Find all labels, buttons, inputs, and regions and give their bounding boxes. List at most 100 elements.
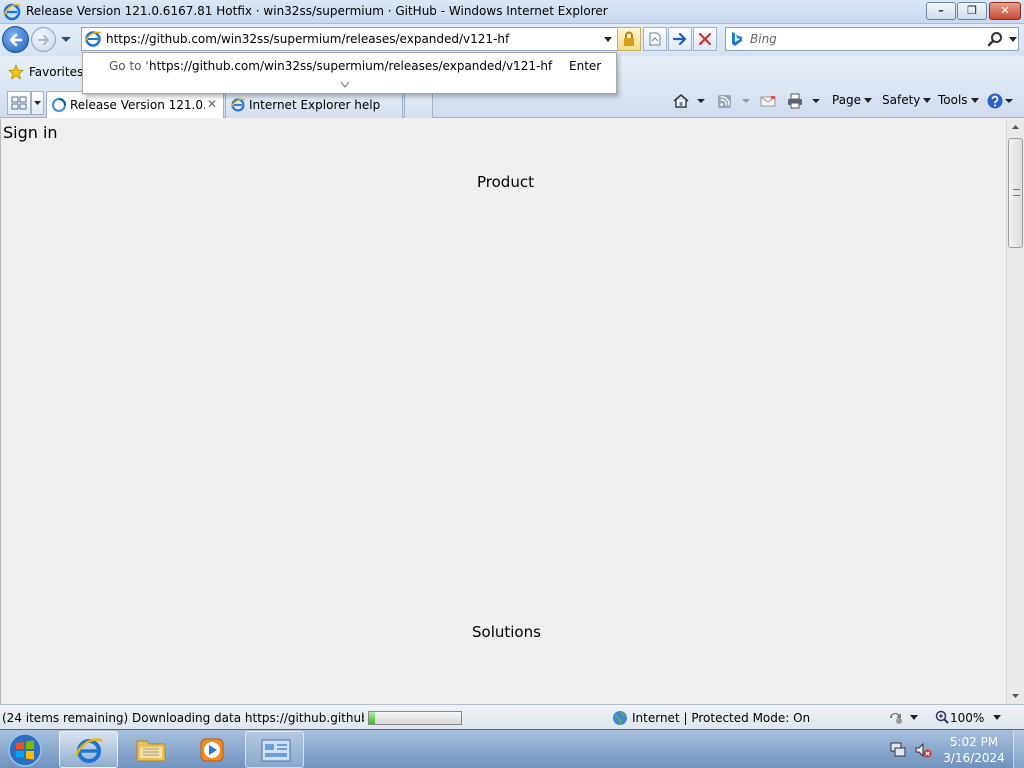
folder-icon: [136, 740, 166, 762]
taskbar-internet-explorer[interactable]: [59, 731, 118, 768]
back-icon: [9, 33, 23, 47]
help-dropdown-icon[interactable]: [1004, 92, 1014, 110]
new-tab-button[interactable]: [404, 91, 433, 118]
show-desktop-button[interactable]: [1013, 730, 1024, 768]
favorites-button[interactable]: Favorites: [29, 65, 83, 79]
control-panel-icon: [261, 739, 291, 762]
go-button[interactable]: [668, 27, 692, 51]
print-icon[interactable]: [786, 92, 804, 110]
media-player-icon: [200, 738, 224, 762]
manage-addons-icon[interactable]: [887, 710, 905, 726]
tab-close-icon[interactable]: ✕: [207, 97, 217, 111]
volume-muted-icon[interactable]: [914, 741, 932, 759]
loading-icon: [52, 98, 66, 112]
page-menu[interactable]: Page: [832, 93, 873, 113]
safety-menu-label: Safety: [882, 93, 921, 107]
minimize-button[interactable]: –: [926, 2, 956, 20]
tab-ie-help[interactable]: Internet Explorer help - Mi...: [225, 91, 403, 118]
scroll-down-icon[interactable]: [1007, 687, 1024, 704]
zoom-icon[interactable]: [935, 710, 949, 724]
restore-icon: ❐: [967, 4, 977, 17]
chevron-down-icon[interactable]: [340, 81, 350, 89]
star-icon: [8, 64, 24, 80]
bing-icon: [732, 32, 742, 46]
taskbar-windows-explorer[interactable]: [121, 731, 180, 768]
status-text: (24 items remaining) Downloading data ht…: [2, 711, 364, 725]
tab-release-version[interactable]: Release Version 121.0.6... ✕: [46, 91, 224, 118]
network-icon[interactable]: [889, 741, 907, 759]
lock-icon: [624, 31, 634, 46]
globe-icon: [613, 711, 627, 726]
address-autocomplete: Go to ' https://github.com/win32ss/super…: [82, 52, 617, 94]
page-menu-label: Page: [832, 93, 862, 107]
ie-icon: [230, 98, 246, 112]
taskbar-control-panel[interactable]: [245, 731, 304, 768]
ie-icon: [74, 738, 103, 763]
help-icon[interactable]: [986, 92, 1004, 110]
minimize-icon: –: [938, 4, 944, 17]
taskbar: 5:02 PM 3/16/2024: [0, 729, 1024, 768]
mail-icon[interactable]: [759, 92, 777, 110]
chevron-down-icon[interactable]: [993, 715, 1001, 721]
tools-menu[interactable]: Tools: [938, 93, 979, 113]
address-bar[interactable]: https://github.com/win32ss/supermium/rel…: [81, 27, 618, 51]
ie-icon: [3, 3, 21, 21]
stop-button[interactable]: [693, 27, 717, 51]
print-dropdown-icon[interactable]: [811, 92, 821, 110]
feeds-dropdown-icon[interactable]: [741, 92, 751, 110]
vertical-scrollbar[interactable]: [1006, 119, 1024, 704]
chevron-down-icon: [864, 98, 873, 103]
goto-closing-quote: ': [513, 59, 517, 73]
product-menu[interactable]: Product: [477, 173, 534, 191]
quick-tabs-icon: [11, 96, 27, 110]
close-button[interactable]: ✕: [989, 2, 1021, 20]
title-bar: Release Version 121.0.6167.81 Hotfix · w…: [0, 0, 1024, 24]
home-dropdown-icon[interactable]: [696, 92, 706, 110]
zoom-level[interactable]: 100%: [950, 711, 984, 725]
tab-list-dropdown[interactable]: [31, 91, 44, 115]
back-button[interactable]: [2, 26, 29, 53]
chevron-down-icon: [923, 98, 932, 103]
security-lock-button[interactable]: [617, 27, 641, 51]
security-zone[interactable]: Internet | Protected Mode: On: [632, 711, 810, 725]
taskbar-media-player[interactable]: [183, 731, 242, 768]
maximize-button[interactable]: ❐: [957, 2, 987, 20]
go-icon: [672, 32, 687, 46]
address-url[interactable]: https://github.com/win32ss/supermium/rel…: [106, 32, 509, 46]
clock-time[interactable]: 5:02 PM: [944, 735, 1004, 749]
forward-button[interactable]: [31, 27, 56, 52]
stop-icon: [698, 32, 712, 46]
home-icon[interactable]: [672, 92, 690, 110]
window-title: Release Version 121.0.6167.81 Hotfix · w…: [26, 4, 608, 18]
compatibility-view-button[interactable]: [643, 27, 667, 51]
search-box[interactable]: Bing: [725, 27, 1019, 51]
solutions-menu[interactable]: Solutions: [472, 623, 541, 641]
address-dropdown-icon[interactable]: [603, 36, 613, 44]
tools-menu-label: Tools: [938, 93, 968, 107]
autocomplete-url[interactable]: https://github.com/win32ss/supermium/rel…: [149, 59, 552, 73]
search-providers-dropdown-icon[interactable]: [1008, 36, 1018, 44]
safety-menu[interactable]: Safety: [882, 93, 932, 113]
quick-tabs-button[interactable]: [7, 91, 31, 115]
status-bar: (24 items remaining) Downloading data ht…: [0, 704, 1024, 729]
download-progress-bar: [368, 711, 462, 725]
compat-view-icon: [649, 32, 661, 46]
page-content: Sign in Product Solutions: [0, 119, 1006, 704]
chevron-down-icon: [970, 98, 979, 103]
recent-pages-dropdown[interactable]: [59, 34, 73, 46]
sign-in-link[interactable]: Sign in: [3, 123, 58, 142]
tab-label: Release Version 121.0.6...: [70, 98, 205, 112]
chevron-down-icon: [34, 101, 41, 105]
scroll-up-icon[interactable]: [1007, 119, 1024, 136]
windows-start-icon[interactable]: [5, 732, 45, 768]
page-ie-icon: [84, 31, 102, 47]
enter-hint: Enter: [569, 59, 602, 73]
goto-label: Go to ': [109, 59, 149, 73]
chevron-down-icon[interactable]: [910, 715, 918, 721]
search-icon[interactable]: [987, 31, 1003, 47]
clock-date[interactable]: 3/16/2024: [940, 751, 1008, 765]
search-placeholder[interactable]: Bing: [750, 32, 777, 46]
scrollbar-thumb[interactable]: [1008, 138, 1023, 248]
feeds-icon[interactable]: [716, 92, 734, 110]
progress-fill: [369, 712, 375, 724]
